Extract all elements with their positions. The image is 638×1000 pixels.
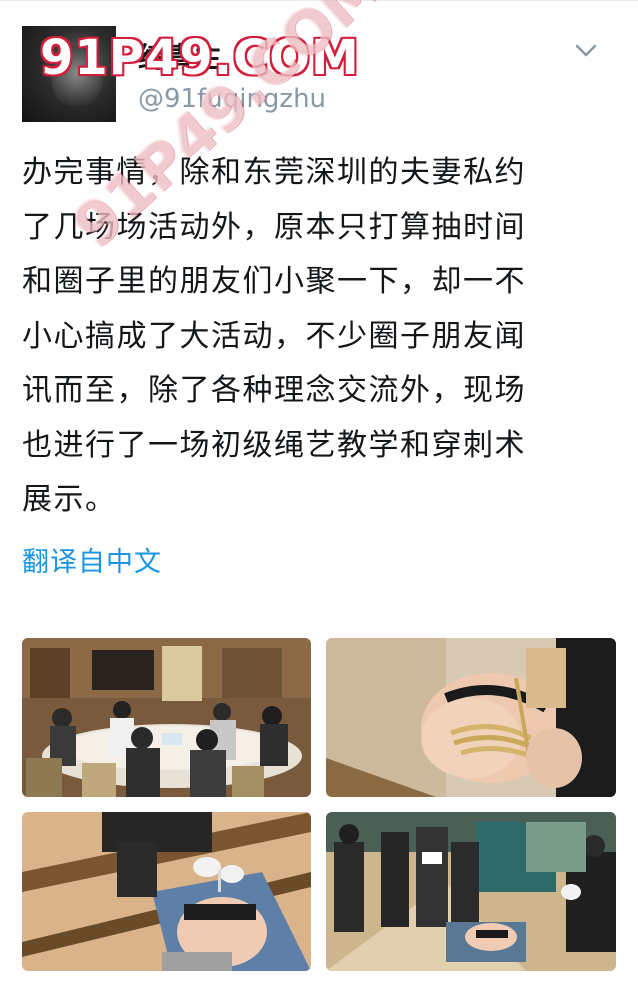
tweet-text-line: 也进行了一场初级绳艺教学和穿刺术	[22, 427, 526, 463]
user-handle[interactable]: @91fuqingzhu	[138, 84, 326, 114]
chevron-down-icon[interactable]	[574, 40, 598, 60]
tweet-text-line: 展示。	[22, 482, 117, 517]
tweet-text-line: 和圈子里的朋友们小聚一下，却一不	[22, 264, 526, 299]
tweet-text-line: 了几场场活动外，原本只打算抽时间	[22, 209, 526, 245]
tweet-text: 办完事情，除和东莞深圳的夫妻私约 了几场场活动外，原本只打算抽时间 和圈子里的朋…	[22, 146, 622, 528]
tweet-text-line: 讯而至，除了各种理念交流外，现场	[22, 373, 526, 408]
avatar-face	[52, 46, 102, 106]
media-photo-3[interactable]	[22, 812, 311, 971]
avatar[interactable]	[22, 26, 116, 122]
translate-link[interactable]: 翻译自中文	[22, 540, 162, 579]
tweet-text-line: 小心搞成了大活动，不少圈子朋友闻	[22, 318, 526, 354]
media-photo-4[interactable]	[326, 812, 616, 971]
media-photo-1[interactable]	[22, 638, 311, 797]
display-name[interactable]: 缚青主	[138, 36, 222, 76]
top-divider	[0, 0, 638, 1]
tweet-text-line: 办完事情，除和东莞深圳的夫妻私约	[22, 155, 526, 190]
media-photo-2[interactable]	[326, 638, 616, 797]
